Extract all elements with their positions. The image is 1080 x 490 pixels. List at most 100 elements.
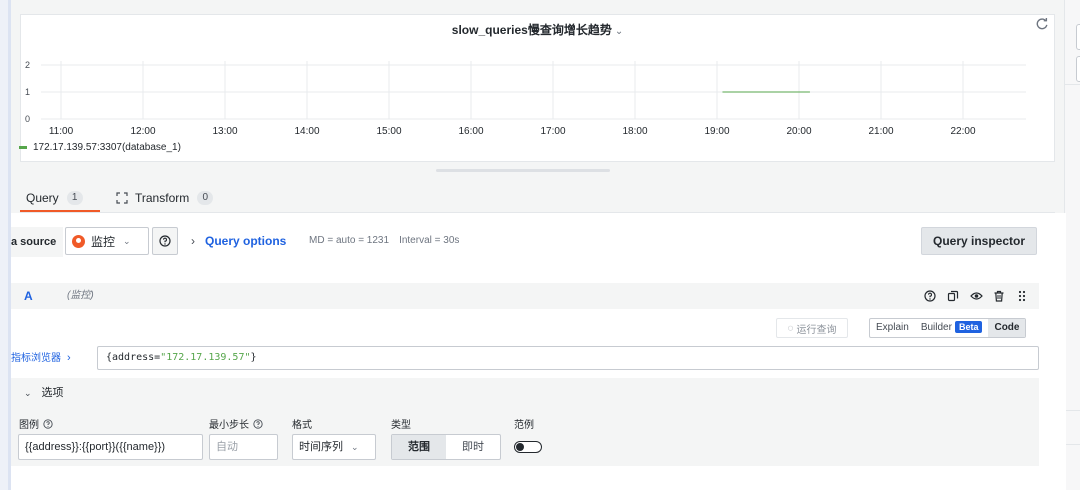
left-gutter xyxy=(0,0,11,490)
x-tick-label: 13:00 xyxy=(212,126,237,137)
drag-handle-icon[interactable] xyxy=(1015,289,1029,303)
duplicate-icon[interactable] xyxy=(946,289,960,303)
legend-swatch xyxy=(19,146,27,149)
tab-query[interactable]: Query 1 xyxy=(20,184,100,212)
trash-icon[interactable] xyxy=(992,289,1006,303)
datasource-label: a source xyxy=(11,227,63,257)
query-options-summary[interactable]: MD = auto = 1231 Interval = 30s xyxy=(309,227,469,255)
panel-title-text: slow_queries慢查询增长趋势 xyxy=(451,23,612,37)
transform-icon xyxy=(116,192,128,204)
x-tick-label: 14:00 xyxy=(294,126,319,137)
expr-string: "172.17.139.57" xyxy=(160,352,251,363)
editor-tabs: Query 1 Transform 0 xyxy=(20,184,219,212)
chevron-down-icon: ⌄ xyxy=(123,235,131,246)
datasource-row: a source 监控 ⌄ › Query options MD = auto =… xyxy=(11,227,1039,257)
query-type-radio: 范围 即时 xyxy=(391,434,501,460)
legend-field-label: 图例 xyxy=(19,416,53,431)
query-options-toggle[interactable]: › Query options xyxy=(191,227,286,255)
refresh-icon[interactable] xyxy=(1035,17,1049,31)
y-tick-label: 0 xyxy=(25,114,30,124)
chevron-down-icon: ⌄ xyxy=(614,26,624,37)
right-options-pane-edge xyxy=(1064,0,1080,490)
run-query-button[interactable]: ◌ 运行查询 xyxy=(776,318,848,338)
legend-item[interactable]: 172.17.139.57:3307(database_1) xyxy=(19,142,181,153)
metrics-browser-label: 指标浏览器 xyxy=(11,353,61,364)
x-tick-label: 19:00 xyxy=(704,126,729,137)
info-icon[interactable] xyxy=(43,418,53,429)
help-circle-icon xyxy=(159,235,171,247)
x-tick-label: 18:00 xyxy=(622,126,647,137)
query-row-header[interactable]: A (监控) xyxy=(11,283,1039,309)
min-step-input[interactable]: 自动 xyxy=(209,434,278,460)
y-tick-label: 1 xyxy=(25,87,30,97)
md-value: MD = auto = 1231 xyxy=(309,235,390,246)
mode-builder[interactable]: Builder Beta xyxy=(915,319,989,337)
x-tick-label: 17:00 xyxy=(540,126,565,137)
tab-transform-label: Transform xyxy=(135,191,190,205)
query-inspector-button[interactable]: Query inspector xyxy=(921,227,1037,255)
tab-transform-count: 0 xyxy=(197,191,214,205)
run-query-label: 运行查询 xyxy=(796,324,837,336)
options-label: 选项 xyxy=(41,387,64,399)
options-toggle[interactable]: ⌄ 选项 xyxy=(24,384,64,400)
mode-explain[interactable]: Explain xyxy=(870,319,915,337)
legend-label: 172.17.139.57:3307(database_1) xyxy=(33,142,181,153)
x-tick-label: 16:00 xyxy=(458,126,483,137)
refresh-icon: ◌ xyxy=(787,322,794,334)
format-field-label: 格式 xyxy=(292,420,312,431)
type-option-instant[interactable]: 即时 xyxy=(446,435,500,459)
mode-builder-label: Builder xyxy=(920,322,952,333)
exemplar-field-label: 范例 xyxy=(514,420,534,431)
panel-title[interactable]: slow_queries慢查询增长趋势 ⌄ xyxy=(21,21,1054,38)
right-pane-control[interactable] xyxy=(1076,56,1080,82)
min-step-field-label: 最小步长 xyxy=(209,416,263,431)
options-section: ⌄ 选项 图例 {{address}}:{{port}}({{name}}) 最小… xyxy=(11,378,1039,466)
datasource-logo-icon xyxy=(72,234,85,248)
type-field-label: 类型 xyxy=(391,420,411,431)
interval-value: Interval = 30s xyxy=(399,235,460,246)
query-expression-input[interactable]: {address="172.17.139.57"} xyxy=(97,346,1039,370)
panel-preview: 0 1 2 11:00 12:00 13:00 14:00 15:00 16:00 17:00 18… xyxy=(19,14,1055,162)
chevron-right-icon: › xyxy=(191,234,195,248)
divider xyxy=(1065,410,1080,411)
right-pane-control[interactable] xyxy=(1076,24,1080,50)
datasource-select[interactable]: 监控 ⌄ xyxy=(65,227,149,255)
legend-format-input[interactable]: {{address}}:{{port}}({{name}}) xyxy=(18,434,203,460)
x-tick-label: 15:00 xyxy=(376,126,401,137)
tab-query-count: 1 xyxy=(66,191,83,205)
query-row-actions xyxy=(914,289,1029,303)
chevron-right-icon: › xyxy=(67,352,71,364)
editor-mode-toggle: Explain Builder Beta Code xyxy=(869,318,1027,338)
x-tick-label: 22:00 xyxy=(950,126,975,137)
y-tick-label: 2 xyxy=(25,60,30,70)
query-ref-id[interactable]: A xyxy=(24,283,33,309)
beta-badge: Beta xyxy=(954,321,983,333)
chevron-down-icon: ⌄ xyxy=(24,388,32,398)
help-circle-icon[interactable] xyxy=(923,289,937,303)
query-options-label: Query options xyxy=(205,234,287,248)
x-tick-label: 12:00 xyxy=(130,126,155,137)
format-select[interactable]: 时间序列 ⌄ xyxy=(292,434,376,460)
expr-prefix: {address= xyxy=(106,352,161,363)
tab-transform[interactable]: Transform 0 xyxy=(110,184,219,212)
legend-label-text: 图例 xyxy=(19,420,39,431)
min-step-label-text: 最小步长 xyxy=(209,420,249,431)
exemplar-toggle[interactable] xyxy=(514,441,542,453)
eye-icon[interactable] xyxy=(969,289,983,303)
x-tick-label: 11:00 xyxy=(49,126,74,137)
type-option-range[interactable]: 范围 xyxy=(392,435,446,459)
tab-query-label: Query xyxy=(26,191,59,205)
x-tick-label: 20:00 xyxy=(786,126,811,137)
chevron-down-icon: ⌄ xyxy=(351,442,359,452)
info-icon[interactable] xyxy=(253,418,263,429)
x-tick-label: 21:00 xyxy=(868,126,893,137)
divider xyxy=(1065,84,1080,85)
expr-suffix: } xyxy=(250,352,257,363)
datasource-selected: 监控 xyxy=(91,234,116,249)
panel-resize-handle[interactable] xyxy=(436,169,610,172)
divider xyxy=(1065,444,1080,445)
mode-code[interactable]: Code xyxy=(988,319,1026,337)
metrics-browser-button[interactable]: 指标浏览器 › xyxy=(11,346,95,370)
format-selected: 时间序列 xyxy=(299,441,343,453)
datasource-help-button[interactable] xyxy=(152,227,178,255)
